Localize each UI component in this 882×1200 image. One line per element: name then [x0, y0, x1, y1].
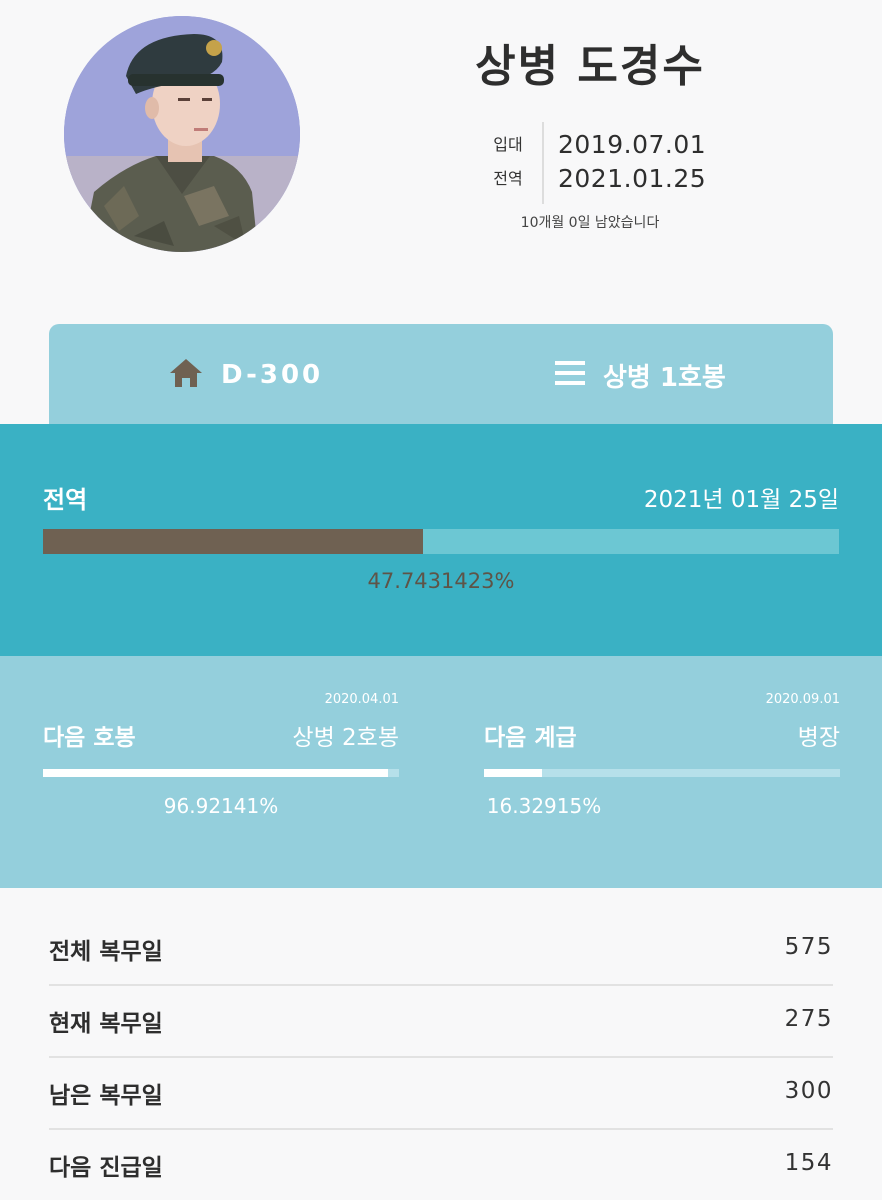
stat-value: 300 — [784, 1078, 833, 1104]
discharge-row: 전역 2021.01.25 — [480, 162, 740, 196]
discharge-progress-bar — [43, 529, 839, 554]
next-rank-progress-fill — [484, 769, 543, 777]
next-rank-percent: 16.32915% — [486, 794, 602, 818]
tab-rank-label: 상병 1호봉 — [603, 362, 726, 393]
next-rank-progress-bar — [484, 769, 840, 777]
tab-bar: D-300 상병 1호봉 — [49, 324, 833, 426]
next-pay-progress-bar — [43, 769, 399, 777]
stat-value: 575 — [784, 934, 833, 960]
stat-label: 남은 복무일 — [49, 1083, 163, 1109]
discharge-section: 전역 2021년 01월 25일 47.7431423% — [0, 424, 882, 656]
next-pay-title: 다음 호봉 — [43, 725, 136, 751]
next-step-section: 2020.04.01 다음 호봉 상병 2호봉 96.92141% 2020.0… — [0, 656, 882, 888]
profile-name: 상병 도경수 — [475, 41, 705, 92]
list-item: 다음 진급일 154 — [49, 1130, 833, 1200]
enlist-row: 입대 2019.07.01 — [480, 128, 740, 162]
discharge-title: 전역 — [43, 486, 88, 514]
tab-d-day[interactable]: D-300 — [169, 324, 323, 426]
next-pay-date: 2020.04.01 — [324, 692, 399, 707]
discharge-percent: 47.7431423% — [367, 569, 515, 593]
next-rank-card: 2020.09.01 다음 계급 병장 16.32915% — [484, 656, 840, 888]
list-item: 남은 복무일 300 — [49, 1058, 833, 1130]
enlist-label: 입대 — [493, 135, 523, 154]
profile-photo — [64, 16, 300, 252]
next-rank-title: 다음 계급 — [484, 725, 577, 751]
menu-icon — [555, 360, 585, 390]
stat-label: 다음 진급일 — [49, 1155, 163, 1181]
service-dates: 입대 2019.07.01 전역 2021.01.25 — [480, 122, 740, 204]
discharge-date: 2021.01.25 — [558, 164, 707, 193]
enlist-date: 2019.07.01 — [558, 130, 707, 159]
list-item: 전체 복무일 575 — [49, 914, 833, 986]
list-item: 현재 복무일 275 — [49, 986, 833, 1058]
stat-value: 154 — [784, 1150, 833, 1176]
stat-value: 275 — [784, 1006, 833, 1032]
service-stats-list: 전체 복무일 575 현재 복무일 275 남은 복무일 300 다음 진급일 … — [49, 914, 833, 1200]
stat-label: 현재 복무일 — [49, 1011, 163, 1037]
next-pay-card: 2020.04.01 다음 호봉 상병 2호봉 96.92141% — [43, 656, 399, 888]
stat-label: 전체 복무일 — [49, 939, 163, 965]
discharge-progress-fill — [43, 529, 424, 554]
tab-d-day-label: D-300 — [221, 360, 324, 390]
next-pay-value: 상병 2호봉 — [292, 725, 399, 751]
next-pay-percent: 96.92141% — [163, 794, 279, 818]
tab-rank[interactable]: 상병 1호봉 — [555, 324, 726, 426]
discharge-label: 전역 — [493, 169, 523, 188]
discharge-full-date: 2021년 01월 25일 — [643, 487, 839, 513]
next-pay-progress-fill — [43, 769, 389, 777]
home-icon — [169, 358, 203, 392]
next-rank-value: 병장 — [797, 725, 840, 751]
remaining-time: 10개월 0일 남았습니다 — [520, 215, 660, 231]
next-rank-date: 2020.09.01 — [765, 692, 840, 707]
